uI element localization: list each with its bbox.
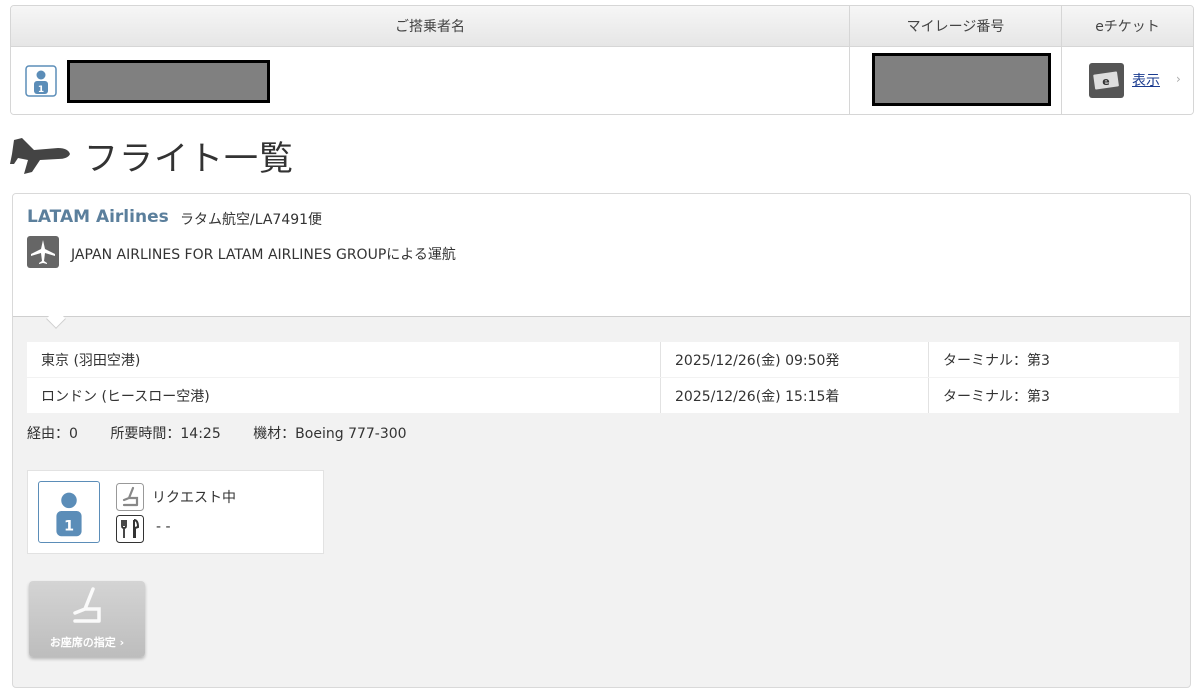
aircraft-info: 機材：Boeing 777-300 (253, 426, 407, 442)
header-mileage-number: マイレージ番号 (849, 6, 1061, 46)
passenger-table: ご搭乗者名 マイレージ番号 eチケット 1 e 表示 › (10, 5, 1194, 115)
departure-terminal: ターミナル：第3 (943, 352, 1050, 369)
svg-text:e: e (1102, 75, 1109, 88)
arrival-airport: ロンドン (ヒースロー空港) (27, 378, 661, 413)
flight-card: LATAM Airlines ラタム航空/LA7491便 JAPAN AIRLI… (12, 193, 1191, 688)
departure-airport: 東京 (羽田空港) (27, 342, 661, 377)
flight-card-header: LATAM Airlines ラタム航空/LA7491便 JAPAN AIRLI… (13, 194, 1190, 317)
header-passenger-name: ご搭乗者名 (395, 19, 465, 35)
seat-status: リクエスト中 (152, 490, 236, 506)
meal-status: - - (156, 519, 171, 535)
passenger-table-header: ご搭乗者名 マイレージ番号 eチケット (11, 6, 1193, 47)
seat-selection-label: お座席の指定 › (49, 636, 125, 649)
airline-name: LATAM Airlines (27, 207, 169, 227)
route-row-arrival: ロンドン (ヒースロー空港) 2025/12/26(金) 15:15着 ターミナ… (27, 378, 1179, 413)
header-eticket: eチケット (1061, 6, 1193, 46)
seat-selection-button[interactable]: お座席の指定 › (29, 581, 145, 657)
operated-by-text: JAPAN AIRLINES FOR LATAM AIRLINES GROUPに… (71, 247, 456, 263)
airplane-icon (10, 138, 70, 174)
seat-icon (73, 587, 101, 623)
flight-info: 経由：0 所要時間：14:25 機材：Boeing 777-300 (27, 423, 435, 443)
passenger-service-box: 1 リクエスト中 - - (27, 470, 324, 554)
redacted-mileage-number (872, 53, 1051, 106)
airplane-small-icon (27, 236, 59, 268)
passenger-row: 1 e 表示 › (11, 47, 1193, 114)
eticket-cell: e 表示 › (1061, 47, 1193, 114)
page-title: フライト一覧 (84, 139, 294, 179)
departure-datetime: 2025/12/26(金) 09:50発 (661, 342, 929, 377)
svg-text:1: 1 (38, 85, 44, 95)
mileage-number-cell (849, 47, 1061, 114)
stops-info: 経由：0 (27, 426, 78, 442)
person-icon: 1 (38, 481, 100, 543)
person-icon: 1 (25, 65, 57, 97)
route-row-departure: 東京 (羽田空港) 2025/12/26(金) 09:50発 ターミナル：第3 (27, 342, 1179, 377)
arrival-datetime: 2025/12/26(金) 15:15着 (661, 378, 929, 413)
arrival-terminal: ターミナル：第3 (943, 388, 1050, 405)
seat-icon (116, 483, 144, 511)
meal-icon (116, 515, 144, 543)
eticket-view-link[interactable]: 表示 (1132, 70, 1160, 90)
chevron-right-icon: › (1176, 72, 1181, 86)
route-table: 東京 (羽田空港) 2025/12/26(金) 09:50発 ターミナル：第3 … (27, 342, 1179, 414)
redacted-passenger-name (67, 60, 270, 103)
passenger-number: 1 (64, 518, 74, 534)
eticket-icon: e (1089, 63, 1124, 98)
passenger-name-cell: 1 (11, 47, 849, 114)
flight-number: ラタム航空/LA7491便 (180, 212, 323, 228)
duration-info: 所要時間：14:25 (110, 426, 221, 442)
